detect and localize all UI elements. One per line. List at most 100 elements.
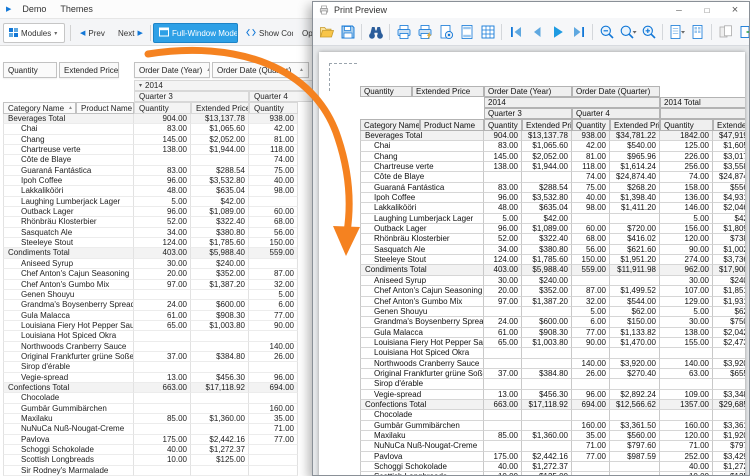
title-bar[interactable]: Print Preview ─ □ × [313,2,749,18]
value-cell[interactable] [191,362,249,372]
table-row[interactable]: Guaraná Fantástica83.00$288.5475.00 [3,166,298,176]
row-header-cell[interactable]: Genen Shouyu [3,290,134,300]
table-row[interactable]: Sir Rodney's Marmalade [3,466,298,476]
row-header-cell[interactable]: Outback Lager [3,207,134,217]
table-row[interactable]: Chocolade [3,393,298,403]
table-row[interactable]: Chai83.00$1,065.6042.00 [3,124,298,134]
value-cell[interactable]: $352.00 [191,269,249,279]
table-row[interactable]: Steeleye Stout124.00$1,785.60150.00 [3,238,298,248]
row-header-cell[interactable]: Gula Malacca [3,311,134,321]
value-cell[interactable]: 938.00 [249,114,298,124]
value-cell[interactable]: $240.00 [191,259,249,269]
table-row[interactable]: Vegie-spread13.00$456.3096.00 [3,373,298,383]
value-cell[interactable] [134,342,191,352]
table-row[interactable]: Gumbär Gummibärchen160.00 [3,404,298,414]
table-row[interactable]: Original Frankfurter grüne Soße37.00$384… [3,352,298,362]
column-field-order-date-quarter[interactable]: Order Date (Quarter)▲ [212,62,309,78]
value-cell[interactable]: 37.00 [134,352,191,362]
table-row[interactable]: Louisiana Hot Spiced Okra [3,331,298,341]
value-cell[interactable] [134,466,191,476]
row-header-cell[interactable]: Steeleye Stout [3,238,134,248]
find-button[interactable] [365,21,386,43]
value-cell[interactable]: $125.00 [191,455,249,465]
table-row[interactable]: Sasquatch Ale34.00$380.8056.00 [3,228,298,238]
value-cell[interactable]: 118.00 [249,145,298,155]
row-header-cell[interactable]: Louisiana Hot Spiced Okra [3,331,134,341]
value-cell[interactable]: 13.00 [134,373,191,383]
value-cell[interactable]: $380.80 [191,228,249,238]
table-row[interactable]: NuNuCa Nuß-Nougat-Creme71.00 [3,424,298,434]
value-cell[interactable]: 87.00 [249,269,298,279]
table-row[interactable]: Condiments Total403.00$5,988.40559.00 [3,248,298,258]
table-row[interactable]: Beverages Total904.00$13,137.78938.00 [3,114,298,124]
value-cell[interactable] [134,404,191,414]
row-header-cell[interactable]: Sasquatch Ale [3,228,134,238]
row-header-cell[interactable]: Chai [3,124,134,134]
value-cell[interactable]: 694.00 [249,383,298,393]
open-button[interactable] [316,21,337,43]
row-header-cell[interactable]: Confections Total [3,383,134,393]
value-cell[interactable]: $1,785.60 [191,238,249,248]
value-cell[interactable]: 96.00 [134,207,191,217]
value-cell[interactable]: 32.00 [249,280,298,290]
value-cell[interactable]: 26.00 [249,352,298,362]
table-row[interactable]: Sirop d'érable [3,362,298,372]
table-row[interactable]: Schoggi Schokolade40.00$1,272.37 [3,445,298,455]
value-cell[interactable]: 40.00 [134,445,191,455]
row-header-cell[interactable]: Original Frankfurter grüne Soße [3,352,134,362]
row-header-cell[interactable]: Laughing Lumberjack Lager [3,197,134,207]
next-button[interactable]: Next ▶ [112,23,150,43]
value-cell[interactable]: 56.00 [249,228,298,238]
row-header-cell[interactable]: Beverages Total [3,114,134,124]
value-cell[interactable]: 663.00 [134,383,191,393]
row-header-cell[interactable]: Chang [3,135,134,145]
value-cell[interactable]: 81.00 [249,135,298,145]
value-cell[interactable]: 34.00 [134,228,191,238]
value-cell[interactable] [249,362,298,372]
value-cell[interactable]: 160.00 [249,404,298,414]
value-cell[interactable] [191,393,249,403]
row-header-cell[interactable]: Grandma's Boysenberry Spread [3,300,134,310]
table-row[interactable]: Gula Malacca61.00$908.3077.00 [3,311,298,321]
zoom-in-button[interactable] [638,21,659,43]
value-cell[interactable]: 96.00 [249,373,298,383]
value-cell[interactable]: 74.00 [249,155,298,165]
modules-button[interactable]: Modules ▾ [3,23,65,43]
row-header-cell[interactable]: Rhönbräu Klosterbier [3,217,134,227]
table-row[interactable]: Pavlova175.00$2,442.1677.00 [3,435,298,445]
header-footer-button[interactable] [456,21,477,43]
preview-document-area[interactable]: Quantity Extended Price Order Date (Year… [313,46,749,475]
value-cell[interactable]: 90.00 [249,321,298,331]
value-cell[interactable]: 6.00 [249,300,298,310]
multiple-pages-button[interactable] [715,21,736,43]
page-setup-button[interactable] [435,21,456,43]
table-row[interactable]: Scottish Longbreads10.00$125.00 [3,455,298,465]
next-page-button[interactable] [547,21,568,43]
value-cell[interactable] [249,393,298,403]
table-row[interactable]: Confections Total663.00$17,118.92694.00 [3,383,298,393]
value-cell[interactable]: $288.54 [191,166,249,176]
row-header-cell[interactable]: Maxilaku [3,414,134,424]
row-header-cell[interactable]: Aniseed Syrup [3,259,134,269]
value-cell[interactable]: 75.00 [249,166,298,176]
export-file-button[interactable] [736,21,749,43]
value-cell[interactable]: $322.40 [191,217,249,227]
previous-page-button[interactable] [526,21,547,43]
table-row[interactable]: Lakkalikööri48.00$635.0498.00 [3,186,298,196]
value-cell[interactable]: 97.00 [134,280,191,290]
full-window-mode-button[interactable]: Full-Window Mode [153,23,238,43]
zoom-out-button[interactable] [596,21,617,43]
table-row[interactable]: Chang145.00$2,052.0081.00 [3,135,298,145]
row-header-cell[interactable]: NuNuCa Nuß-Nougat-Creme [3,424,134,434]
value-cell[interactable]: 60.00 [249,207,298,217]
value-cell[interactable] [249,197,298,207]
quarter3-header-cell[interactable]: Quarter 3 [134,91,249,102]
row-field-category-name[interactable]: Category Name▲ [3,102,76,114]
value-cell[interactable] [134,155,191,165]
row-header-cell[interactable]: Côte de Blaye [3,155,134,165]
value-cell[interactable]: 40.00 [249,176,298,186]
value-cell[interactable]: 42.00 [249,124,298,134]
table-row[interactable]: Northwoods Cranberry Sauce140.00 [3,342,298,352]
value-cell[interactable]: 5.00 [134,197,191,207]
value-cell[interactable]: $1,003.80 [191,321,249,331]
